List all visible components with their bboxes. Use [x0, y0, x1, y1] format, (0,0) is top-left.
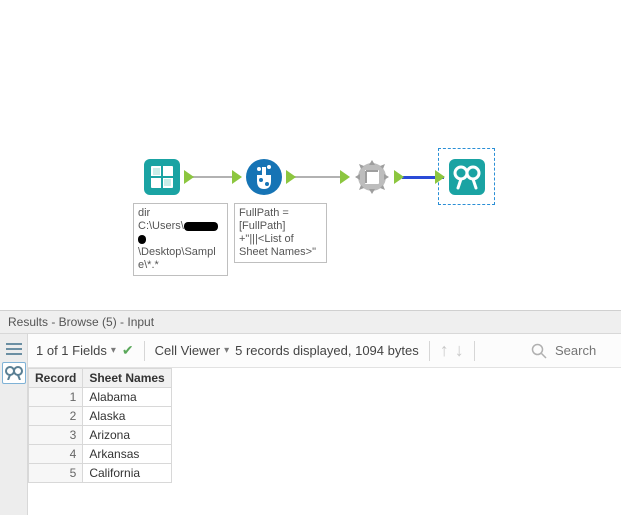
input-port[interactable] [232, 170, 242, 184]
results-grid[interactable]: Record Sheet Names 1Alabama 2Alaska 3Ari… [28, 368, 621, 515]
search-input[interactable] [553, 342, 613, 359]
separator [429, 341, 430, 361]
results-toolbar: 1 of 1 Fields ▾ ✔ Cell Viewer ▾ 5 record… [28, 334, 621, 368]
output-port[interactable] [286, 170, 296, 184]
input-port[interactable] [340, 170, 350, 184]
workflow-canvas[interactable]: dir C:\Users\ \Desktop\Sampl e\*.* FullP… [0, 0, 621, 310]
table-row: 4Arkansas [29, 445, 172, 464]
view-browse-button[interactable] [2, 362, 26, 384]
input-port[interactable] [435, 170, 445, 184]
dynamic-input-tool[interactable] [350, 155, 394, 199]
redacted-text [138, 235, 146, 244]
formula-tool-annotation: FullPath = [FullPath] +"|||<List of Shee… [234, 203, 327, 263]
table-row: 1Alabama [29, 388, 172, 407]
column-header-record[interactable]: Record [29, 369, 83, 388]
redacted-text [184, 222, 218, 231]
output-port[interactable] [394, 170, 404, 184]
chevron-down-icon: ▾ [224, 345, 229, 356]
results-panel: Results - Browse (5) - Input [0, 310, 621, 515]
search-icon [531, 343, 547, 359]
nav-down-button[interactable]: ↓ [455, 340, 464, 361]
table-row: 3Arizona [29, 426, 172, 445]
directory-tool-annotation: dir C:\Users\ \Desktop\Sampl e\*.* [133, 203, 228, 276]
separator [474, 341, 475, 361]
checkmark-icon: ✔ [122, 342, 134, 359]
column-header-sheet-names[interactable]: Sheet Names [83, 369, 171, 388]
chevron-down-icon: ▾ [111, 345, 116, 356]
browse-tool[interactable] [445, 155, 489, 199]
formula-tool[interactable] [242, 155, 286, 199]
table-row: 5California [29, 464, 172, 483]
view-switcher [0, 334, 28, 515]
records-status: 5 records displayed, 1094 bytes [235, 343, 419, 358]
cell-viewer-dropdown[interactable]: Cell Viewer ▾ [155, 343, 230, 358]
output-port[interactable] [184, 170, 194, 184]
nav-up-button[interactable]: ↑ [440, 340, 449, 361]
fields-dropdown[interactable]: 1 of 1 Fields ▾ [36, 343, 116, 358]
directory-tool[interactable] [140, 155, 184, 199]
results-header: Results - Browse (5) - Input [0, 311, 621, 334]
table-row: 2Alaska [29, 407, 172, 426]
view-list-button[interactable] [2, 338, 26, 360]
separator [144, 341, 145, 361]
